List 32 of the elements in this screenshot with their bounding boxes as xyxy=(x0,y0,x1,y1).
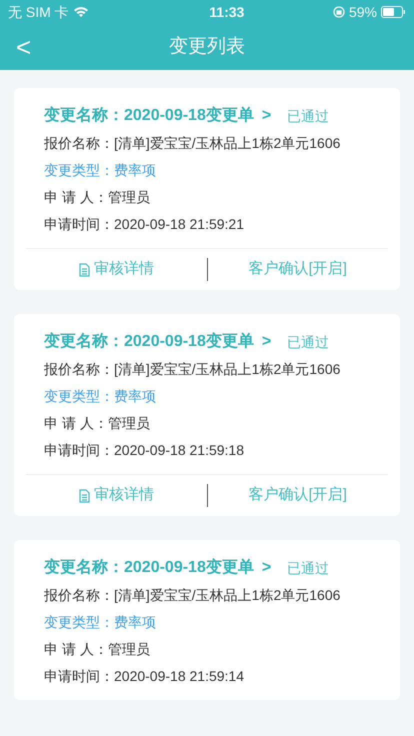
change-name-link[interactable]: 变更名称：2020-09-18变更单 > xyxy=(44,106,272,126)
customer-confirm-button[interactable]: 客户确认[开启] xyxy=(248,258,347,281)
audit-detail-button[interactable]: 审核详情 xyxy=(78,258,154,281)
quote-name-text: 报价名称：[清单]爱宝宝/玉林品上1栋2单元1606 xyxy=(44,134,342,153)
quote-name-text: 报价名称：[清单]爱宝宝/玉林品上1栋2单元1606 xyxy=(44,586,342,605)
change-type-text: 变更类型：费率项 xyxy=(44,613,157,632)
battery-label: 59% xyxy=(348,2,377,22)
carrier-label: 无 SIM 卡 xyxy=(8,2,69,22)
audit-detail-button[interactable]: 审核详情 xyxy=(78,484,154,507)
status-label: 已通过 xyxy=(287,559,330,578)
change-name-link[interactable]: 变更名称：2020-09-18变更单 > xyxy=(44,332,272,352)
battery-icon xyxy=(381,6,406,18)
document-icon xyxy=(78,262,90,276)
apply-time-text: 申请时间：2020-09-18 21:59:18 xyxy=(44,441,245,460)
clock-label: 11:33 xyxy=(209,2,244,22)
change-type-text: 变更类型：费率项 xyxy=(44,387,157,406)
status-label: 已通过 xyxy=(287,107,330,126)
rotation-lock-icon xyxy=(332,6,345,18)
status-label: 已通过 xyxy=(287,333,330,352)
applicant-text: 申 请 人：管理员 xyxy=(44,414,151,433)
back-button[interactable]: < xyxy=(16,34,32,60)
applicant-text: 申 请 人：管理员 xyxy=(44,188,151,207)
customer-confirm-button[interactable]: 客户确认[开启] xyxy=(248,484,347,507)
change-type-text: 变更类型：费率项 xyxy=(44,161,157,180)
wifi-icon xyxy=(72,6,89,18)
change-name-link[interactable]: 变更名称：2020-09-18变更单 > xyxy=(44,558,272,578)
apply-time-text: 申请时间：2020-09-18 21:59:21 xyxy=(44,215,245,234)
document-icon xyxy=(78,488,90,502)
applicant-text: 申 请 人：管理员 xyxy=(44,640,151,659)
apply-time-text: 申请时间：2020-09-18 21:59:14 xyxy=(44,667,245,686)
page-title: 变更列表 xyxy=(169,34,245,59)
quote-name-text: 报价名称：[清单]爱宝宝/玉林品上1栋2单元1606 xyxy=(44,360,342,379)
